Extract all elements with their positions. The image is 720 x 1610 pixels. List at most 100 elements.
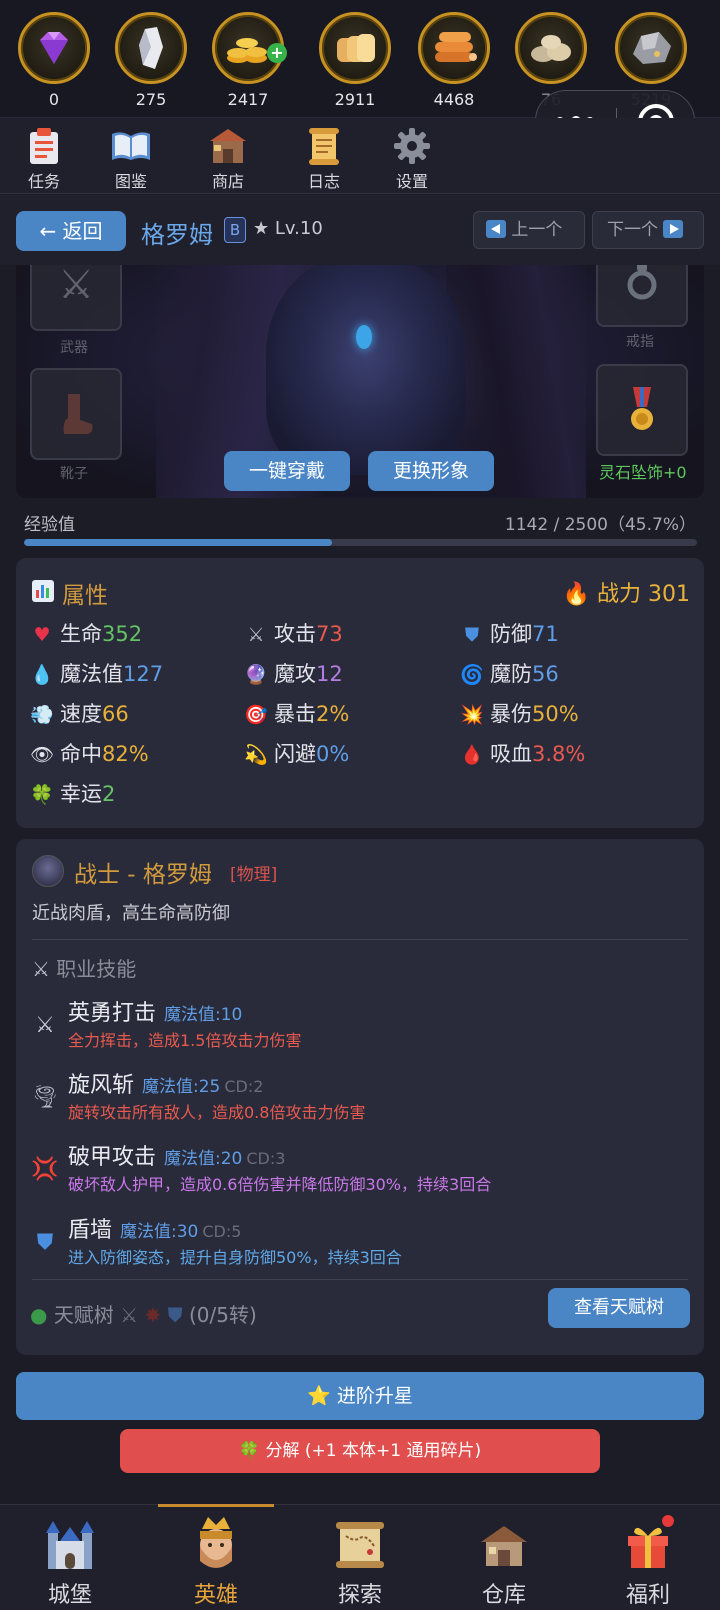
hero-level: ★ Lv.10 [253, 218, 323, 239]
nav-task[interactable]: 任务 [9, 126, 79, 192]
stat-label: 魔法值 [60, 662, 123, 686]
divider [32, 939, 688, 940]
medal-icon [631, 387, 653, 430]
stat-9: 👁 命中82% [30, 738, 149, 768]
attributes-panel: 属性 🔥 战力 301 ♥ 生命352 ⚔ 攻击73 ⛊ 防御71 💧 魔法值127 🔮 魔攻12… [16, 558, 704, 828]
tree-icon: ● [30, 1303, 48, 1327]
skill-mana-cost: 魔法值:20 [164, 1149, 243, 1169]
nav-shop[interactable]: 商店 [193, 126, 263, 192]
resource-wood[interactable]: 4468 [409, 8, 499, 109]
nav-log[interactable]: 日志 [289, 126, 359, 192]
slot-boots-label: 靴子 [60, 466, 88, 482]
stat-3: 💧 魔法值127 [30, 658, 163, 688]
stat-1: ⚔ 攻击73 [244, 618, 343, 648]
swords-icon: ⚔ [32, 957, 50, 981]
gold-coins-icon: + [212, 12, 287, 84]
stat-value: 2% [316, 702, 350, 726]
top-nav: 任务 图鉴 商店 日志 设置 [0, 118, 720, 194]
skill-cooldown: CD:5 [202, 1222, 242, 1241]
stat-value: 73 [316, 622, 343, 646]
wind-icon: 💨 [30, 704, 54, 726]
stat-value: 2 [102, 782, 116, 806]
resource-diamond[interactable]: 0 [9, 8, 99, 109]
dodge-icon: 💫 [244, 744, 268, 766]
skill-mana-cost: 魔法值:25 [142, 1077, 221, 1097]
tab-welfare[interactable]: 福利 [598, 1515, 698, 1609]
bottom-nav: 城堡 英雄 探索 仓库 福利 [0, 1504, 720, 1610]
swords-icon: ⚔ [35, 1013, 55, 1038]
nav-codex[interactable]: 图鉴 [96, 126, 166, 192]
skill-name: 旋风斩 [68, 1073, 135, 1098]
notification-dot [662, 1515, 674, 1527]
skill-header: 盾墙 魔法值:30 CD:5 [68, 1212, 241, 1244]
skill-description: 破坏敌人护甲，造成0.6倍伤害并降低防御30%，持续3回合 [68, 1175, 492, 1194]
heart-icon: ♥ [33, 624, 51, 646]
stat-value: 0% [316, 742, 350, 766]
map-icon [310, 1515, 410, 1575]
gift-icon [598, 1515, 698, 1575]
slot-weapon-label: 武器 [60, 340, 88, 356]
tab-warehouse[interactable]: 仓库 [454, 1515, 554, 1609]
stat-0: ♥ 生命352 [30, 618, 142, 648]
stat-label: 攻击 [274, 622, 316, 646]
stat-7: 🎯 暴击2% [244, 698, 349, 728]
equip-all-button[interactable]: 一键穿戴 [224, 451, 350, 491]
skills-title-label: 职业技能 [56, 957, 137, 981]
stat-4: 🔮 魔攻12 [244, 658, 343, 688]
divider [32, 1279, 688, 1280]
add-gold-button[interactable]: + [267, 43, 287, 63]
rank-badge: B [224, 217, 246, 243]
swords-icon: ⚔ [120, 1303, 139, 1327]
next-hero-button[interactable]: 下一个 [592, 211, 704, 249]
slot-ring[interactable] [596, 265, 688, 327]
class-panel: 战士 - 格罗姆 [物理] 近战肉盾，高生命高防御 ⚔ 职业技能 ⚔ 英勇打击 魔法… [16, 839, 704, 1355]
tab-castle[interactable]: 城堡 [20, 1515, 120, 1609]
shield-icon: ⛊ [167, 1303, 183, 1327]
active-tab-indicator [158, 1504, 274, 1507]
stat-label: 闪避 [274, 742, 316, 766]
explosion-icon: 💥 [460, 704, 484, 726]
bar-chart-icon [32, 580, 54, 602]
talent-progress: (0/5转) [188, 1303, 257, 1327]
prev-hero-button[interactable]: 上一个 [473, 211, 585, 249]
stat-12: 🍀 幸运2 [30, 778, 115, 808]
combat-power: 🔥 战力 301 [563, 576, 690, 608]
tab-explore[interactable]: 探索 [310, 1515, 410, 1609]
hero-name: 格罗姆 [141, 221, 213, 249]
crystal-ball-icon: 🔮 [244, 664, 268, 686]
advance-star-button[interactable]: ⭐ 进阶升星 [16, 1372, 704, 1420]
talent-tree-summary: ● 天赋树 ⚔ ✸ ⛊ (0/5转) [30, 1299, 257, 1328]
skill-name: 英勇打击 [68, 1001, 157, 1026]
stat-label: 暴伤 [490, 702, 532, 726]
slot-boots[interactable] [30, 368, 122, 460]
tornado-icon: 🌪 [31, 1085, 59, 1110]
slot-ring-label: 戒指 [626, 334, 654, 350]
burst-icon: ✸ [144, 1303, 162, 1327]
resource-crystal[interactable]: 275 [106, 8, 196, 109]
nav-settings[interactable]: 设置 [377, 126, 447, 192]
tab-hero[interactable]: 英雄 [166, 1515, 266, 1609]
shop-icon [193, 126, 263, 166]
resource-gold[interactable]: + 2417 [203, 8, 293, 109]
target-icon: 🎯 [244, 704, 268, 726]
bread-icon [319, 12, 391, 84]
lingshi-pendant-label[interactable]: 灵石坠饰+0 [599, 459, 687, 483]
stat-label: 防御 [490, 622, 532, 646]
shield-icon: ⛊ [36, 1230, 54, 1255]
decompose-button[interactable]: 🍀 分解 (+1 本体+1 通用碎片) [120, 1429, 600, 1473]
stat-label: 速度 [60, 702, 102, 726]
skill-name: 破甲攻击 [68, 1145, 157, 1170]
slot-pendant[interactable] [596, 364, 688, 456]
stat-value: 82% [102, 742, 149, 766]
view-talent-tree-button[interactable]: 查看天赋树 [548, 1288, 690, 1328]
resource-bread[interactable]: 2911 [310, 8, 400, 109]
stat-value: 50% [532, 702, 579, 726]
arrow-right-icon [663, 219, 684, 238]
change-look-button[interactable]: 更换形象 [368, 451, 494, 491]
back-button[interactable]: ← 返回 [16, 211, 126, 251]
stat-6: 💨 速度66 [30, 698, 129, 728]
ring-icon [627, 265, 657, 300]
swords-icon: ⚔ [58, 265, 94, 308]
crystal-icon [115, 12, 187, 84]
slot-weapon[interactable]: ⚔ [30, 265, 122, 331]
